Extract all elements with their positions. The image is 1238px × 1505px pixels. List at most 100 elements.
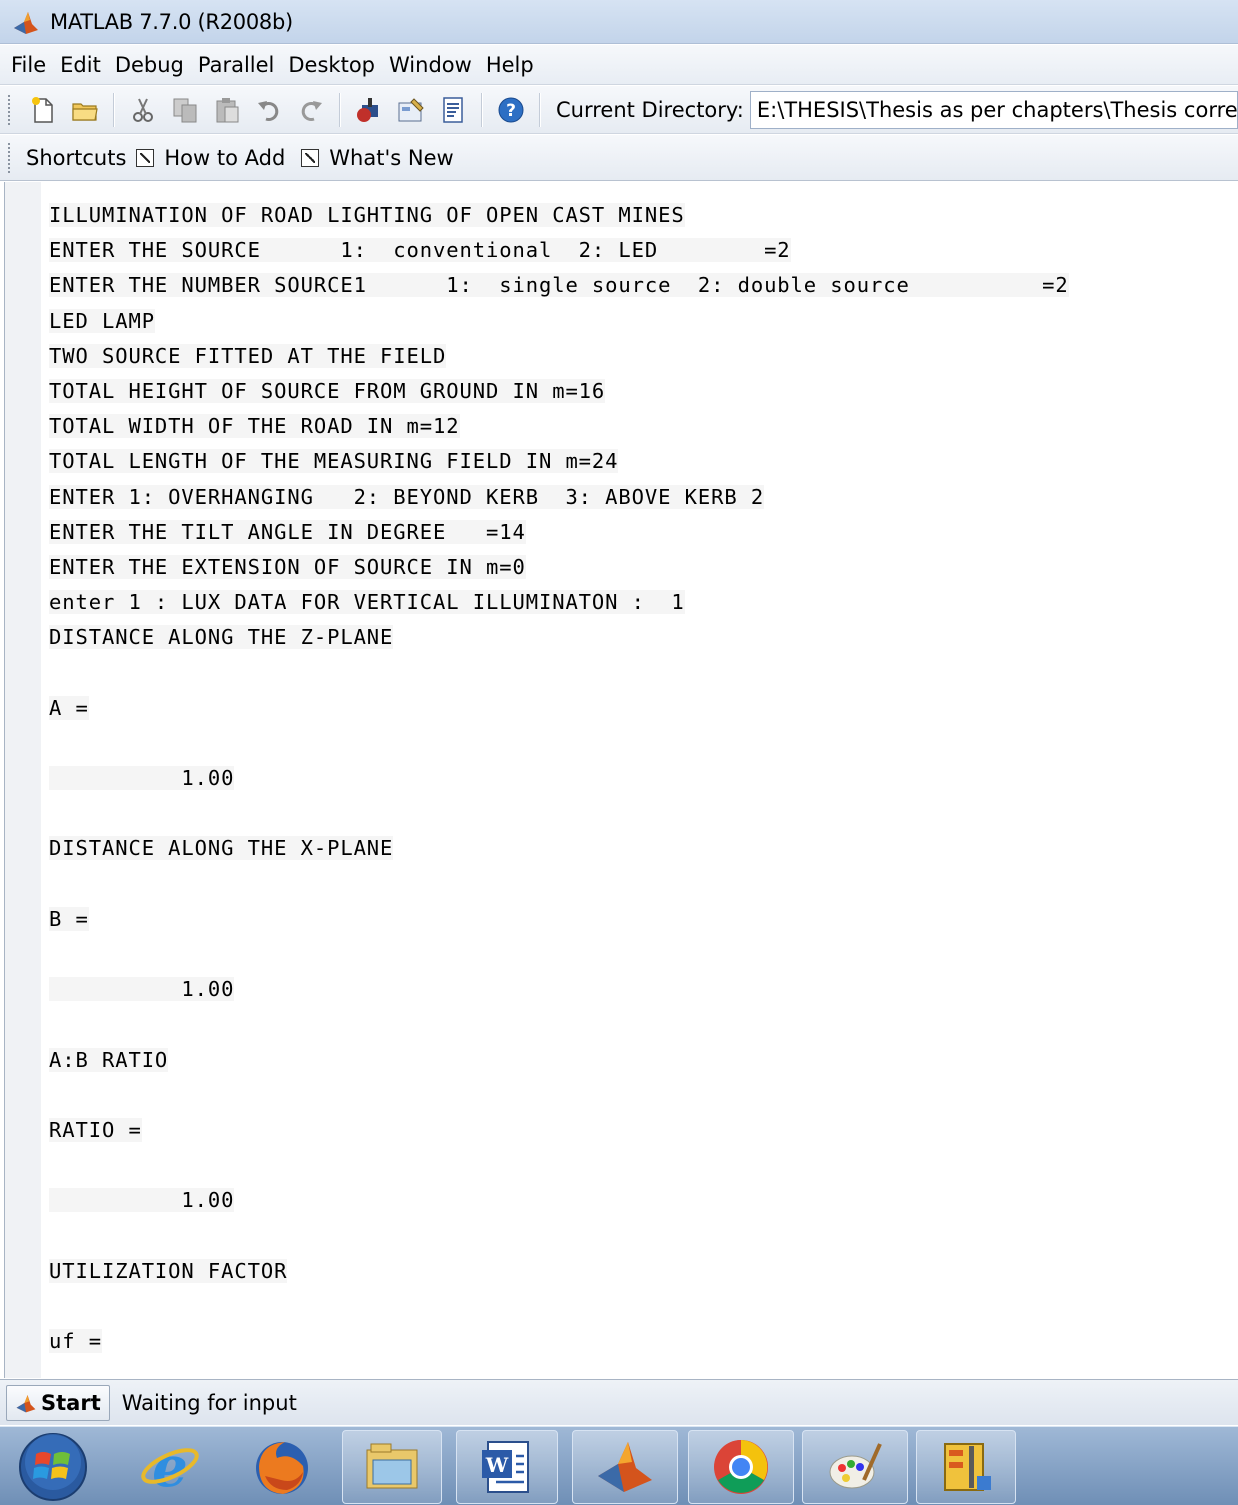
matlab-start-button[interactable]: Start <box>6 1384 110 1421</box>
console-line: DISTANCE ALONG THE Z-PLANE <box>49 620 1229 655</box>
menu-help[interactable]: Help <box>479 51 541 79</box>
console-line-text: ENTER THE NUMBER SOURCE1 1: single sourc… <box>49 273 1069 298</box>
cut-button[interactable] <box>126 93 160 127</box>
taskbar-matlab[interactable] <box>572 1430 678 1504</box>
window-title: MATLAB 7.7.0 (R2008b) <box>50 9 293 34</box>
shortcuts-label[interactable]: Shortcuts <box>26 146 126 170</box>
menu-parallel[interactable]: Parallel <box>191 51 282 79</box>
command-window-gutter <box>5 182 41 1378</box>
toolbar-separator <box>113 92 115 127</box>
redo-button[interactable] <box>294 93 328 127</box>
open-file-button[interactable] <box>68 93 102 127</box>
console-line: ENTER THE NUMBER SOURCE1 1: single sourc… <box>49 268 1229 303</box>
toolbar-separator <box>539 92 541 127</box>
shortcut-how-to-add[interactable]: How to Add <box>136 146 285 170</box>
shortcut-link-icon <box>301 148 320 167</box>
console-line: A = <box>49 691 1229 726</box>
help-button[interactable]: ? <box>494 93 528 127</box>
console-line-text: enter 1 : LUX DATA FOR VERTICAL ILLUMINA… <box>49 590 685 615</box>
new-file-button[interactable] <box>26 93 60 127</box>
chrome-icon <box>714 1440 768 1494</box>
paste-icon <box>216 97 239 122</box>
console-line-text: TOTAL WIDTH OF THE ROAD IN m=12 <box>49 414 460 439</box>
console-line: 1.00 <box>49 761 1229 796</box>
svg-text:?: ? <box>506 101 516 121</box>
shortcuts-grip[interactable] <box>8 142 12 173</box>
console-line-text: DISTANCE ALONG THE Z-PLANE <box>49 625 394 650</box>
taskbar-firefox[interactable] <box>240 1430 324 1504</box>
windows-start-orb-icon[interactable] <box>18 1432 88 1502</box>
shortcut-link-icon <box>136 148 155 167</box>
console-line-text: 1.00 <box>49 977 235 1002</box>
menu-edit[interactable]: Edit <box>53 51 108 79</box>
current-directory-field[interactable]: E:\THESIS\Thesis as per chapters\Thesis … <box>749 90 1238 129</box>
console-line: TOTAL HEIGHT OF SOURCE FROM GROUND IN m=… <box>49 374 1229 409</box>
console-line-text: ENTER THE TILT ANGLE IN DEGREE =14 <box>49 519 526 544</box>
explorer-icon <box>366 1443 418 1489</box>
console-line-text: ENTER THE EXTENSION OF SOURCE IN m=0 <box>49 554 526 579</box>
menu-window[interactable]: Window <box>382 51 479 79</box>
menu-debug[interactable]: Debug <box>108 51 191 79</box>
simulink-button[interactable] <box>352 93 386 127</box>
console-line-text: 1.00 <box>49 1188 235 1213</box>
guide-icon <box>398 97 424 121</box>
console-line-text: ENTER THE SOURCE 1: conventional 2: LED … <box>49 238 791 263</box>
command-window[interactable]: ILLUMINATION OF ROAD LIGHTING OF OPEN CA… <box>4 182 1238 1378</box>
menu-file[interactable]: File <box>4 51 53 79</box>
console-line-text: 1.00 <box>49 766 235 790</box>
console-line-text: TWO SOURCE FITTED AT THE FIELD <box>49 343 447 368</box>
taskbar-internet-explorer[interactable]: e <box>128 1430 212 1504</box>
undo-icon <box>258 100 279 121</box>
taskbar-archive[interactable] <box>916 1430 1016 1504</box>
command-window-output[interactable]: ILLUMINATION OF ROAD LIGHTING OF OPEN CA… <box>49 198 1229 1359</box>
matlab-logo-icon <box>14 11 38 34</box>
svg-text:e: e <box>152 1436 188 1498</box>
shortcut-how-to-add-label: How to Add <box>164 145 286 170</box>
guide-button[interactable] <box>394 93 428 127</box>
console-line-text: TOTAL LENGTH OF THE MEASURING FIELD IN m… <box>49 449 619 474</box>
scissors-icon <box>133 98 153 122</box>
console-line-text: A:B RATIO <box>49 1047 169 1072</box>
internet-explorer-icon: e <box>141 1436 199 1498</box>
copy-button[interactable] <box>168 93 202 127</box>
console-line: 1.00 <box>49 1183 1229 1218</box>
toolbar: ? Current Directory: E:\THESIS\Thesis as… <box>0 86 1238 134</box>
console-line: ENTER THE EXTENSION OF SOURCE IN m=0 <box>49 550 1229 585</box>
title-bar: MATLAB 7.7.0 (R2008b) <box>0 0 1238 44</box>
console-line: DISTANCE ALONG THE X-PLANE <box>49 831 1229 866</box>
matlab-icon <box>598 1442 652 1492</box>
console-line-text: RATIO = <box>49 1117 142 1142</box>
profiler-button[interactable] <box>436 93 470 127</box>
shortcut-whats-new[interactable]: What's New <box>301 145 454 170</box>
taskbar-chrome[interactable] <box>688 1430 794 1504</box>
console-line: ENTER 1: OVERHANGING 2: BEYOND KERB 3: A… <box>49 480 1229 515</box>
shortcuts-bar: Shortcuts How to Add What's New <box>0 135 1238 181</box>
console-line: RATIO = <box>49 1113 1229 1148</box>
copy-icon <box>173 98 197 122</box>
shortcut-whats-new-label: What's New <box>329 145 454 170</box>
menu-bar: File Edit Debug Parallel Desktop Window … <box>0 45 1238 85</box>
taskbar-file-explorer[interactable] <box>342 1430 442 1504</box>
console-line: TWO SOURCE FITTED AT THE FIELD <box>49 339 1229 374</box>
status-text: Waiting for input <box>121 1390 297 1415</box>
profiler-icon <box>443 96 463 123</box>
current-directory-label: Current Directory: <box>556 97 744 122</box>
undo-button[interactable] <box>252 93 286 127</box>
console-line: LED LAMP <box>49 304 1229 339</box>
console-line-text: uf = <box>49 1329 102 1353</box>
taskbar-word[interactable]: W <box>456 1430 558 1504</box>
paste-button[interactable] <box>210 93 244 127</box>
toolbar-grip[interactable] <box>8 94 12 125</box>
console-line: ILLUMINATION OF ROAD LIGHTING OF OPEN CA… <box>49 198 1229 233</box>
taskbar-paint[interactable] <box>802 1430 908 1504</box>
simulink-icon <box>357 97 378 122</box>
console-line-text: TOTAL HEIGHT OF SOURCE FROM GROUND IN m=… <box>49 378 606 403</box>
menu-desktop[interactable]: Desktop <box>281 51 382 79</box>
console-line-text: UTILIZATION FACTOR <box>49 1258 288 1283</box>
console-line: UTILIZATION FACTOR <box>49 1254 1229 1289</box>
